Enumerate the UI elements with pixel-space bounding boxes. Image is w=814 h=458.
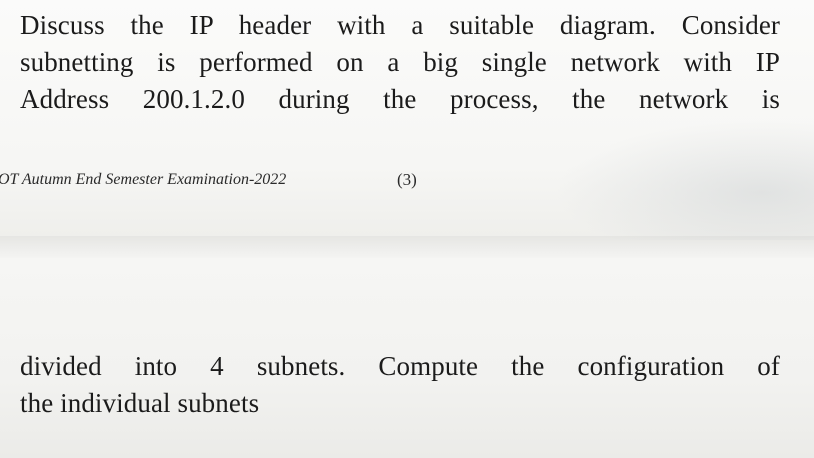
question-line-2: subnetting is performed on a big single … (20, 47, 780, 77)
question-line-1: Discuss the IP header with a suitable di… (20, 10, 780, 40)
continuation-line-1: divided into 4 subnets. Compute the conf… (20, 351, 780, 381)
scan-shadow (554, 120, 814, 240)
exam-footer-text: OT Autumn End Semester Examination-2022 (0, 171, 287, 188)
continuation-line-2: the individual subnets (20, 388, 260, 418)
question-line-3: Address 200.1.2.0 during the process, th… (20, 84, 780, 114)
page-number: (3) (397, 170, 417, 189)
